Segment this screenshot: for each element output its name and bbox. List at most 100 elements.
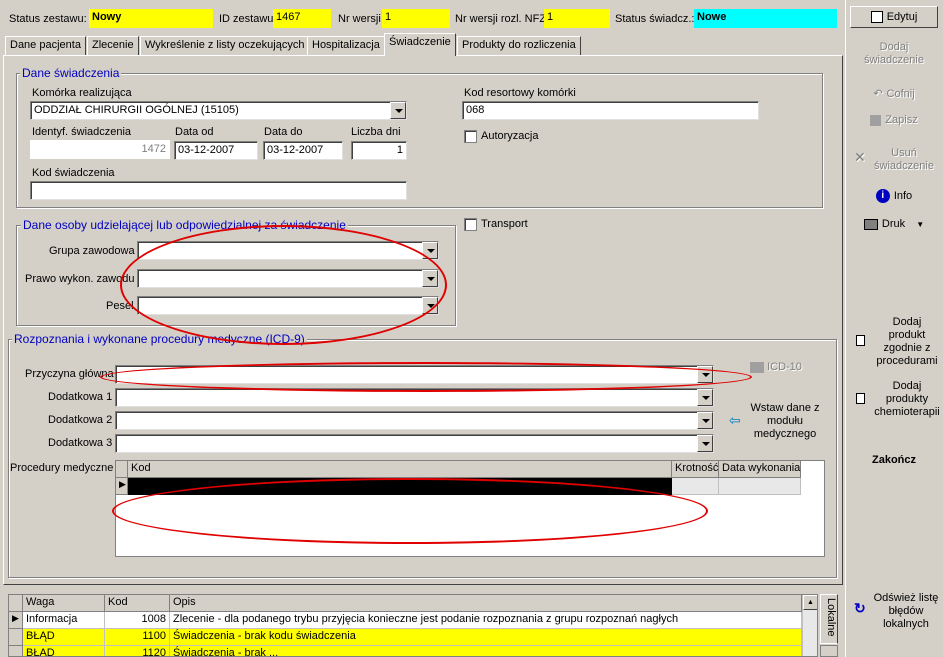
- dodatkowa3-label: Dodatkowa 3: [48, 437, 113, 449]
- liczba-dni-input[interactable]: 1: [351, 141, 407, 160]
- chevron-down-icon[interactable]: [390, 102, 406, 119]
- kod-resort-label: Kod resortowy komórki: [464, 87, 576, 99]
- nr-wersji-nfz-label: Nr wersji rozl. NFZ: [455, 13, 547, 25]
- dodatkowa2-combo[interactable]: [115, 411, 714, 430]
- przyczyna-label: Przyczyna główna: [25, 368, 114, 380]
- row-pointer-icon: ▶: [9, 612, 23, 629]
- icd10-button[interactable]: ICD-10: [746, 361, 806, 377]
- tab-swiadczenie[interactable]: Świadczenie: [384, 33, 456, 56]
- cofnij-button[interactable]: ↶ Cofnij: [852, 87, 936, 100]
- kod-swiadczenia-input[interactable]: [30, 181, 407, 200]
- tab-produkty[interactable]: Produkty do rozliczenia: [457, 36, 581, 55]
- table-cell[interactable]: Świadczenia - brak ...: [170, 646, 802, 656]
- arrow-left-icon: ⇦: [729, 412, 741, 428]
- table-cell[interactable]: [672, 478, 719, 495]
- liczba-dni-label: Liczba dni: [351, 126, 401, 138]
- chevron-down-icon[interactable]: ▼: [916, 220, 924, 229]
- tab-other[interactable]: [820, 645, 838, 657]
- grupa-combo[interactable]: [137, 241, 439, 260]
- proc-col-kod[interactable]: Kod: [128, 461, 672, 478]
- table-cell[interactable]: Informacja: [23, 612, 105, 629]
- autoryzacja-checkbox[interactable]: [464, 130, 477, 143]
- dodatkowa1-combo[interactable]: [115, 388, 714, 407]
- tab-zlecenie[interactable]: Zlecenie: [87, 36, 139, 55]
- proc-col-data[interactable]: Data wykonania: [719, 461, 801, 478]
- data-do-input[interactable]: 03-12-2007: [263, 141, 343, 160]
- procedury-grid[interactable]: Kod Krotność Data wykonania ▶: [115, 460, 825, 557]
- transport-checkbox[interactable]: [464, 218, 477, 231]
- table-row[interactable]: [128, 478, 672, 495]
- kod-swiadczenia-label: Kod świadczenia: [32, 167, 115, 179]
- table-cell[interactable]: 1008: [105, 612, 170, 629]
- err-col-waga[interactable]: Waga: [23, 595, 105, 612]
- tab-wykreslenie[interactable]: Wykreślenie z listy oczekujących: [140, 36, 310, 55]
- nr-wersji-label: Nr wersji: [338, 13, 381, 25]
- data-do-label: Data do: [264, 126, 303, 138]
- info-icon: i: [875, 189, 890, 203]
- identyf-value: 1472: [30, 140, 170, 159]
- komorka-label: Komórka realizująca: [32, 87, 132, 99]
- undo-icon: ↶: [873, 88, 883, 100]
- row-indicator: [9, 629, 23, 646]
- chevron-down-icon[interactable]: [697, 435, 713, 452]
- book-icon: [750, 361, 765, 373]
- przyczyna-combo[interactable]: [115, 365, 714, 384]
- dodatkowa3-combo[interactable]: [115, 434, 714, 453]
- proc-col-krotnosc[interactable]: Krotność: [672, 461, 719, 478]
- err-col-kod[interactable]: Kod: [105, 595, 170, 612]
- table-cell[interactable]: Świadczenia - brak kodu świadczenia: [170, 629, 802, 646]
- tab-lokalne[interactable]: Lokalne: [820, 594, 838, 644]
- pesel-combo[interactable]: [137, 296, 439, 315]
- nr-wersji-nfz-value: 1: [544, 9, 610, 28]
- refresh-icon: ↻: [854, 600, 866, 616]
- kod-resort-input[interactable]: 068: [462, 101, 759, 120]
- row-indicator: [9, 646, 23, 656]
- dodaj-chemioterapii-button[interactable]: Dodaj produkty chemioterapii: [852, 380, 940, 419]
- data-od-input[interactable]: 03-12-2007: [174, 141, 258, 160]
- druk-button[interactable]: Druk ▼: [852, 218, 936, 230]
- document-icon: [856, 335, 865, 346]
- close-icon: ✕: [854, 149, 866, 165]
- err-col-opis[interactable]: Opis: [170, 595, 802, 612]
- usun-swiadczenie-button[interactable]: ✕ Usuń świadczenie: [852, 147, 936, 173]
- data-od-label: Data od: [175, 126, 214, 138]
- table-cell[interactable]: BŁĄD: [23, 646, 105, 656]
- chevron-down-icon[interactable]: [697, 412, 713, 429]
- dodaj-swiadczenie-button[interactable]: Dodaj świadczenie: [852, 41, 936, 67]
- komorka-combo[interactable]: ODDZIAŁ CHIRURGII OGÓLNEJ (15105): [30, 101, 407, 120]
- zapisz-button[interactable]: Zapisz: [852, 114, 936, 126]
- tab-dane-pacjenta[interactable]: Dane pacjenta: [5, 36, 86, 55]
- prawo-combo[interactable]: [137, 269, 439, 288]
- chevron-down-icon[interactable]: [697, 389, 713, 406]
- edytuj-button[interactable]: Edytuj: [850, 6, 938, 28]
- odswiez-button[interactable]: ↻ Odśwież listę błędów lokalnych: [852, 592, 940, 631]
- table-cell[interactable]: [719, 478, 801, 495]
- dodaj-produkt-button[interactable]: Dodaj produkt zgodnie z procedurami: [852, 316, 940, 368]
- table-cell[interactable]: 1120: [105, 646, 170, 656]
- chevron-down-icon[interactable]: [422, 270, 438, 287]
- scrollbar[interactable]: ▲: [802, 595, 817, 656]
- id-value: 1467: [273, 9, 331, 28]
- info-button[interactable]: i Info: [852, 189, 936, 203]
- autoryzacja-label: Autoryzacja: [481, 130, 539, 142]
- zakoncz-button[interactable]: Zakończ: [852, 454, 936, 466]
- osoba-legend: Dane osoby udzielającej lub odpowiedzial…: [21, 218, 348, 232]
- grupa-label: Grupa zawodowa: [49, 245, 135, 257]
- errors-grid[interactable]: Waga Kod Opis ▶ Informacja 1008 Zlecenie…: [8, 594, 818, 657]
- table-cell[interactable]: 1100: [105, 629, 170, 646]
- wstaw-dane-button[interactable]: ⇦ Wstaw dane z modułu medycznego: [727, 402, 827, 442]
- status-label: Status zestawu:: [9, 13, 87, 25]
- chevron-down-icon[interactable]: [422, 242, 438, 259]
- table-cell[interactable]: Zlecenie - dla podanego trybu przyjęcia …: [170, 612, 802, 629]
- status-swiadczenia-label: Status świadcz.:: [615, 13, 695, 25]
- tab-hospitalizacja[interactable]: Hospitalizacja: [307, 36, 385, 55]
- table-cell[interactable]: BŁĄD: [23, 629, 105, 646]
- id-label: ID zestawu: [219, 13, 274, 25]
- chevron-down-icon[interactable]: [422, 297, 438, 314]
- prawo-label: Prawo wykon. zawodu: [25, 273, 135, 285]
- pesel-label: Pesel: [106, 300, 134, 312]
- chevron-down-icon[interactable]: [697, 366, 713, 383]
- transport-label: Transport: [481, 218, 528, 230]
- scroll-up-icon[interactable]: ▲: [803, 595, 817, 610]
- identyf-label: Identyf. świadczenia: [32, 126, 132, 138]
